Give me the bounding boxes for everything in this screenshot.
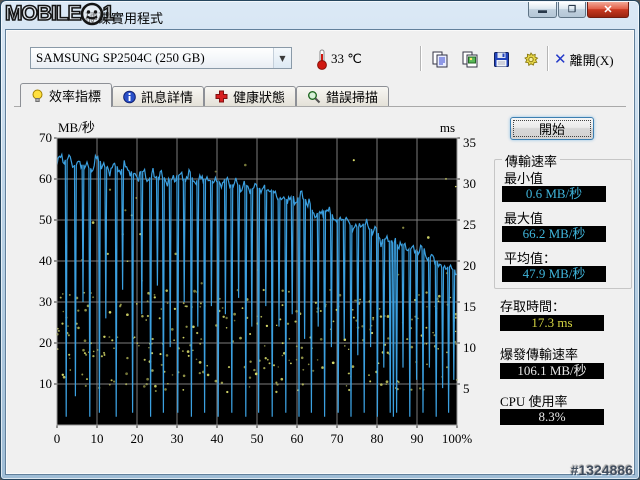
options-icon [524, 51, 539, 66]
tab-info[interactable]: 訊息詳情 [112, 86, 205, 106]
svg-text:30: 30 [463, 176, 476, 191]
app-window: MOBILE 1 硬碟實用程式 ▬ ❐ ✕ SAMSUNG SP2504C (2… [0, 0, 640, 480]
svg-text:40: 40 [39, 253, 52, 268]
min-label: 最小值 [504, 171, 544, 186]
exit-label: 離開(X) [569, 52, 614, 68]
svg-text:25: 25 [463, 217, 476, 232]
post-id-watermark: #1324886 [570, 462, 633, 478]
toolbar-separator [420, 46, 422, 71]
drive-select-combobox[interactable]: SAMSUNG SP2504C (250 GB) ▼ [30, 47, 292, 69]
svg-text:10: 10 [463, 340, 476, 355]
tab-error-scan[interactable]: 錯誤掃描 [296, 86, 390, 106]
benchmark-chart: 0 10 20 30 40 50 60 70 80 90 100% 70 60 50 40 30 20 10 35 3… [30, 118, 486, 454]
svg-text:10: 10 [91, 431, 104, 446]
save-button[interactable] [488, 47, 514, 71]
svg-text:0: 0 [54, 431, 61, 446]
exit-x-icon: ✕ [554, 50, 567, 68]
svg-text:10: 10 [39, 376, 52, 391]
svg-text:5: 5 [463, 381, 470, 396]
thermometer-icon [317, 49, 327, 70]
tabstrip: 效率指標 訊息詳情 健康狀態 錯誤掃描 [20, 83, 390, 107]
benchmark-chart-svg: 0 10 20 30 40 50 60 70 80 90 100% 70 60 50 40 30 20 10 35 3… [39, 120, 476, 446]
svg-text:35: 35 [463, 135, 476, 150]
svg-text:80: 80 [371, 431, 384, 446]
svg-text:MB/秒: MB/秒 [58, 120, 95, 135]
transfer-rate-group: 傳輸速率 最小值 0.6 MB/秒 最大值 66.2 MB/秒 平均值： 47.… [494, 151, 632, 289]
magnifier-icon [308, 90, 321, 103]
svg-text:70: 70 [331, 431, 344, 446]
svg-text:50: 50 [39, 212, 52, 227]
start-button[interactable]: 開始 [510, 117, 594, 140]
max-label: 最大值 [504, 211, 544, 226]
copy-text-icon [432, 51, 447, 67]
temperature-value: 33 ℃ [331, 51, 362, 66]
toolbar-separator [547, 46, 549, 71]
save-icon [493, 51, 509, 67]
info-icon [123, 90, 136, 103]
svg-text:ms: ms [440, 120, 455, 135]
avg-label: 平均值： [504, 251, 557, 266]
svg-text:20: 20 [131, 431, 144, 446]
minimize-button[interactable]: ▬ [528, 2, 557, 18]
svg-text:20: 20 [463, 258, 476, 273]
options-button[interactable] [518, 47, 544, 71]
titlebar: MOBILE 1 硬碟實用程式 ▬ ❐ ✕ [1, 1, 639, 29]
copy-image-button[interactable] [457, 47, 483, 71]
min-value: 0.6 MB/秒 [502, 186, 606, 202]
cpu-usage-value: 8.3% [500, 409, 604, 425]
tab-health[interactable]: 健康狀態 [204, 86, 297, 106]
exit-button[interactable]: ✕ 離開(X) [554, 47, 614, 71]
cpu-usage-label: CPU 使用率 [500, 394, 568, 409]
lightbulb-icon [32, 89, 43, 102]
copy-image-icon [462, 51, 477, 67]
max-value: 66.2 MB/秒 [502, 226, 606, 242]
drive-select-value: SAMSUNG SP2504C (250 GB) [36, 50, 205, 65]
access-time-label: 存取時間： [500, 299, 566, 314]
mobile01-watermark-logo: MOBILE 1 [4, 1, 115, 26]
svg-text:90: 90 [411, 431, 424, 446]
svg-text:40: 40 [211, 431, 224, 446]
burst-rate-label: 爆發傳輸速率 [500, 347, 579, 362]
svg-text:30: 30 [171, 431, 184, 446]
client-area: SAMSUNG SP2504C (250 GB) ▼ 33 ℃ ✕ 離開(X) … [5, 29, 635, 475]
svg-text:100%: 100% [442, 431, 473, 446]
svg-text:60: 60 [39, 171, 52, 186]
copy-text-button[interactable] [427, 47, 453, 71]
svg-text:50: 50 [251, 431, 264, 446]
access-time-value: 17.3 ms [500, 315, 604, 331]
svg-text:70: 70 [39, 130, 52, 145]
svg-text:20: 20 [39, 335, 52, 350]
maximize-button[interactable]: ❐ [558, 2, 586, 18]
svg-text:15: 15 [463, 299, 476, 314]
health-cross-icon [215, 90, 228, 102]
svg-text:30: 30 [39, 294, 52, 309]
burst-rate-value: 106.1 MB/秒 [500, 363, 604, 379]
chevron-down-icon: ▼ [273, 48, 291, 68]
mobile01-circle-icon [80, 2, 103, 26]
avg-value: 47.9 MB/秒 [502, 266, 606, 282]
tab-benchmark[interactable]: 效率指標 [20, 83, 113, 107]
svg-text:60: 60 [291, 431, 304, 446]
close-button[interactable]: ✕ [587, 2, 629, 18]
